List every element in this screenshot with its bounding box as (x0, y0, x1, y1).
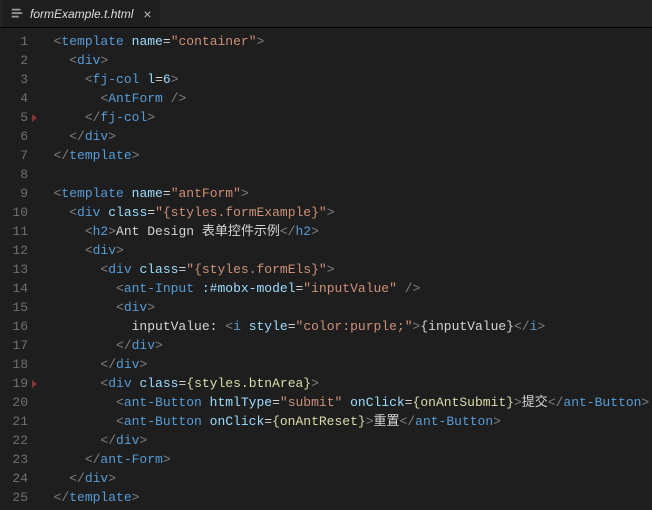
fold-marker-icon[interactable] (32, 114, 37, 122)
line-number: 21 (0, 412, 28, 431)
code-line[interactable] (38, 165, 649, 184)
code-line[interactable]: </fj-col> (38, 108, 649, 127)
line-number: 16 (0, 317, 28, 336)
code-line[interactable]: </div> (38, 431, 649, 450)
line-number: 1 (0, 32, 28, 51)
code-line[interactable]: <template name="antForm"> (38, 184, 649, 203)
code-line[interactable]: inputValue: <i style="color:purple;">{in… (38, 317, 649, 336)
line-number-gutter: 1234567891011121314151617181920212223242… (0, 28, 38, 510)
code-line[interactable]: <ant-Input :#mobx-model="inputValue" /> (38, 279, 649, 298)
line-number: 7 (0, 146, 28, 165)
line-number: 5 (0, 108, 28, 127)
line-number: 10 (0, 203, 28, 222)
code-line[interactable]: <AntForm /> (38, 89, 649, 108)
code-line[interactable]: <div> (38, 241, 649, 260)
fold-marker-icon[interactable] (32, 380, 37, 388)
line-number: 15 (0, 298, 28, 317)
code-line[interactable]: </div> (38, 336, 649, 355)
code-line[interactable]: <template name="container"> (38, 32, 649, 51)
line-number: 4 (0, 89, 28, 108)
line-number: 12 (0, 241, 28, 260)
file-icon (10, 7, 24, 21)
code-line[interactable]: <ant-Button onClick={onAntReset}>重置</ant… (38, 412, 649, 431)
tab-file[interactable]: formExample.t.html × (2, 0, 160, 27)
code-line[interactable]: </div> (38, 355, 649, 374)
code-line[interactable]: </div> (38, 127, 649, 146)
code-line[interactable]: <fj-col l=6> (38, 70, 649, 89)
line-number: 11 (0, 222, 28, 241)
code-line[interactable]: </div> (38, 469, 649, 488)
line-number: 6 (0, 127, 28, 146)
code-line[interactable]: <div class="{styles.formEls}"> (38, 260, 649, 279)
tab-bar: formExample.t.html × (0, 0, 652, 28)
line-number: 17 (0, 336, 28, 355)
code-line[interactable]: </template> (38, 488, 649, 507)
code-line[interactable]: </template> (38, 146, 649, 165)
line-number: 3 (0, 70, 28, 89)
line-number: 25 (0, 488, 28, 507)
code-line[interactable]: <div> (38, 298, 649, 317)
line-number: 14 (0, 279, 28, 298)
code-line[interactable]: <ant-Button htmlType="submit" onClick={o… (38, 393, 649, 412)
code-line[interactable]: <h2>Ant Design 表单控件示例</h2> (38, 222, 649, 241)
line-number: 24 (0, 469, 28, 488)
line-number: 2 (0, 51, 28, 70)
code-line[interactable]: </ant-Form> (38, 450, 649, 469)
code-line[interactable]: <div class="{styles.formExample}"> (38, 203, 649, 222)
line-number: 23 (0, 450, 28, 469)
line-number: 19 (0, 374, 28, 393)
tab-filename: formExample.t.html (30, 7, 133, 21)
editor: 1234567891011121314151617181920212223242… (0, 28, 652, 510)
line-number: 9 (0, 184, 28, 203)
close-icon[interactable]: × (143, 6, 151, 22)
code-area[interactable]: <template name="container"> <div> <fj-co… (38, 28, 649, 510)
line-number: 22 (0, 431, 28, 450)
line-number: 8 (0, 165, 28, 184)
line-number: 13 (0, 260, 28, 279)
line-number: 18 (0, 355, 28, 374)
code-line[interactable]: <div> (38, 51, 649, 70)
code-line[interactable]: <div class={styles.btnArea}> (38, 374, 649, 393)
line-number: 20 (0, 393, 28, 412)
